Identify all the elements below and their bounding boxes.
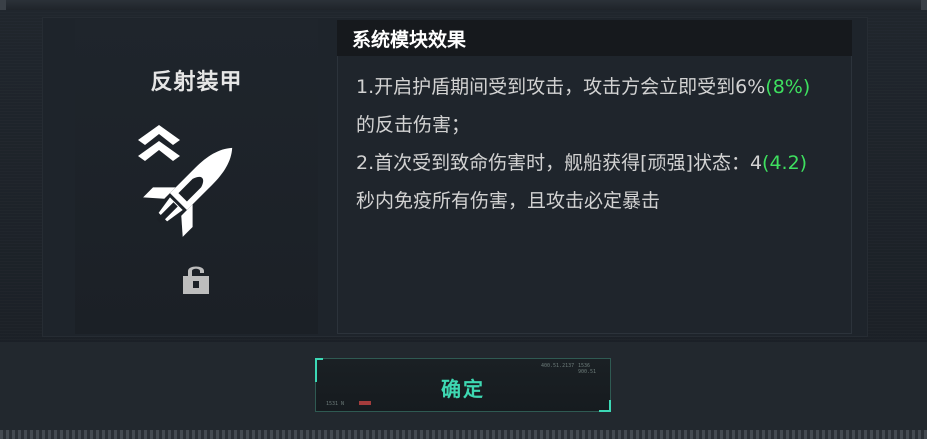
module-name: 反射装甲 [150,70,243,95]
lock-icon [183,266,209,294]
top-strip-edge-left [0,0,6,10]
bottom-stripe [0,430,927,439]
top-strip-edge-right [921,0,927,10]
confirm-button-label: 确定 [441,377,485,401]
effect-line1-suffix: 的反击伤害； [356,114,471,136]
missile-icon [143,147,233,237]
top-strip [0,0,927,10]
effect-title: 系统模块效果 [352,29,467,51]
confirm-button-deco-text-top-left: 400.51.2137 [541,363,575,369]
confirm-button[interactable]: 400.51.2137 1536 900.51 1531 N 确定 [315,358,611,412]
effect-line2-upgrade-value: (4.2) [762,152,808,174]
effect-line1-text: 1.开启护盾期间受到攻击，攻击方会立即受到6% [356,76,766,98]
effect-description-text: 1.开启护盾期间受到攻击，攻击方会立即受到6%(8%) 的反击伤害； 2.首次受到… [356,68,826,220]
effect-line2-text: 2.首次受到致命伤害时，舰船获得[顽强]状态：4 [356,152,763,174]
effect-line1-upgrade-value: (8%) [765,76,811,98]
effect-line2-suffix: 秒内免疫所有伤害，且攻击必定暴击 [356,190,661,212]
